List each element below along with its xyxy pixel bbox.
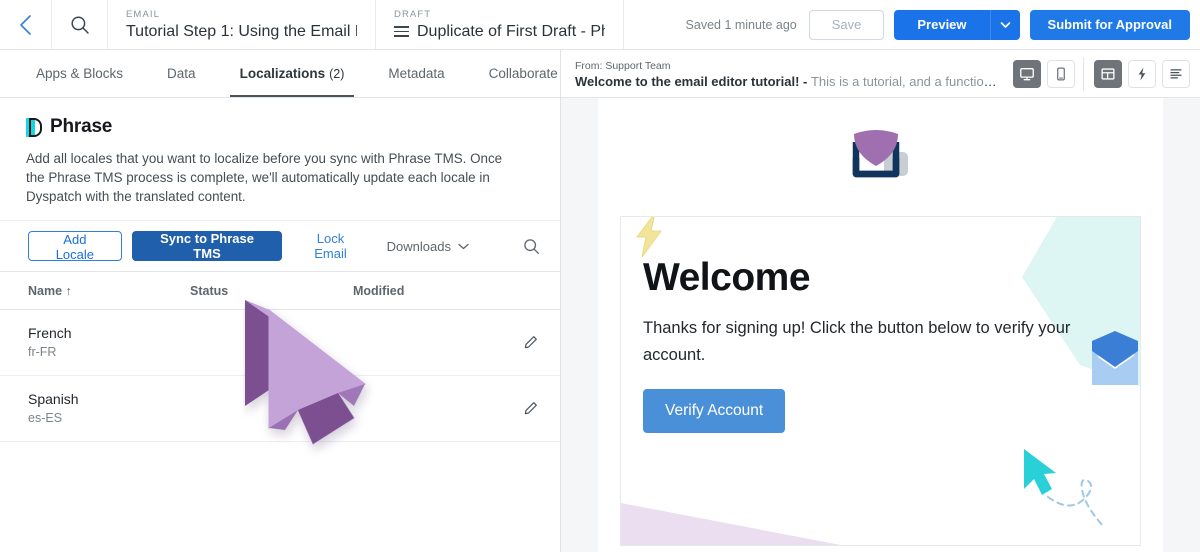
preview-subject: Welcome to the email editor tutorial! - … [575, 73, 1003, 90]
table-row[interactable]: Spanish es-ES [0, 376, 560, 442]
edit-locale-button[interactable] [523, 401, 538, 416]
phrase-brand-name: Phrase [50, 116, 112, 138]
draft-name-field[interactable]: DRAFT Duplicate of First Draft - Phras… [376, 0, 624, 49]
left-panel: Apps & Blocks Data Localizations (2) Met… [0, 50, 561, 552]
locale-code: es-ES [28, 410, 190, 427]
mobile-view-icon[interactable] [1047, 60, 1075, 88]
preview-header: From: Support Team Welcome to the email … [561, 50, 1200, 98]
back-button[interactable] [0, 0, 52, 49]
locale-code: fr-FR [28, 344, 190, 361]
draft-title: Duplicate of First Draft - Phras… [417, 22, 605, 42]
text-lines-icon[interactable] [1162, 60, 1190, 88]
lightning-icon[interactable] [1128, 60, 1156, 88]
tab-localizations[interactable]: Localizations (2) [218, 50, 367, 97]
teal-cursor-icon [1008, 441, 1118, 533]
phrase-description: Add all locales that you want to localiz… [26, 149, 504, 206]
top-bar-actions: Saved 1 minute ago Save Preview Submit f… [686, 0, 1200, 49]
desktop-view-icon[interactable] [1013, 60, 1041, 88]
phrase-info-block: Phrase Add all locales that you want to … [0, 98, 560, 220]
downloads-dropdown[interactable]: Downloads [379, 239, 477, 254]
email-heading: Welcome [643, 255, 1106, 301]
preview-meta: From: Support Team Welcome to the email … [575, 58, 1003, 90]
pencil-icon [523, 401, 538, 416]
save-button[interactable]: Save [809, 10, 885, 40]
locale-name-cell: French fr-FR [28, 324, 190, 361]
search-icon [70, 15, 90, 35]
preview-subject-bold: Welcome to the email editor tutorial! [575, 74, 799, 89]
hamburger-icon[interactable] [394, 26, 409, 37]
tab-label: Localizations [240, 66, 326, 81]
chevron-left-icon [18, 14, 33, 36]
email-document: Welcome Thanks for signing up! Click the… [598, 98, 1163, 552]
preview-button[interactable]: Preview [894, 10, 989, 40]
preview-canvas: Welcome Thanks for signing up! Click the… [561, 98, 1200, 552]
pencil-icon [523, 335, 538, 350]
submit-for-approval-button[interactable]: Submit for Approval [1030, 10, 1190, 40]
app-root: EMAIL Tutorial Step 1: Using the Email B… [0, 0, 1200, 552]
tab-apps-blocks[interactable]: Apps & Blocks [14, 50, 145, 97]
preview-split-button: Preview [894, 10, 1019, 40]
tab-bar: Apps & Blocks Data Localizations (2) Met… [0, 50, 560, 98]
top-bar: EMAIL Tutorial Step 1: Using the Email B… [0, 0, 1200, 50]
lock-email-button[interactable]: Lock Email [292, 231, 368, 261]
search-icon [523, 238, 540, 255]
preview-panel: From: Support Team Welcome to the email … [561, 50, 1200, 552]
tab-label: Collaborate [489, 66, 558, 81]
preview-subject-rest: This is a tutorial, and a functioning e… [811, 74, 1003, 89]
email-title: Tutorial Step 1: Using the Email B… [126, 22, 357, 42]
preview-subject-dash: - [799, 74, 811, 89]
preview-from: From: Support Team [575, 60, 1003, 73]
locale-name: Spanish [28, 390, 190, 408]
tab-label: Data [167, 66, 196, 81]
tab-count: (2) [329, 67, 344, 81]
email-paragraph: Thanks for signing up! Click the button … [643, 315, 1106, 369]
envelope-logo-icon [848, 124, 914, 186]
locale-search-button[interactable] [523, 238, 540, 255]
draft-title-row: Duplicate of First Draft - Phras… [394, 22, 605, 42]
tab-collaborate[interactable]: Collaborate [467, 50, 580, 97]
downloads-label: Downloads [387, 239, 451, 254]
column-header-status[interactable]: Status [190, 284, 353, 298]
localization-action-bar: Add Locale Sync to Phrase TMS Lock Email… [0, 220, 560, 272]
arrow-up-icon: ↑ [66, 284, 72, 298]
phrase-logo-icon [26, 118, 43, 137]
column-label: Name [28, 284, 62, 298]
purple-triangle-decoration [621, 503, 851, 546]
locale-name: French [28, 324, 190, 342]
email-logo [598, 124, 1163, 186]
email-name-field[interactable]: EMAIL Tutorial Step 1: Using the Email B… [108, 0, 376, 49]
saved-status: Saved 1 minute ago [686, 18, 797, 32]
email-body: Welcome Thanks for signing up! Click the… [620, 216, 1141, 546]
device-toggle-group [1011, 57, 1075, 91]
chevron-down-icon [458, 243, 469, 250]
tab-metadata[interactable]: Metadata [366, 50, 466, 97]
table-row[interactable]: French fr-FR [0, 310, 560, 376]
email-content: Welcome Thanks for signing up! Click the… [621, 217, 1140, 433]
locale-name-cell: Spanish es-ES [28, 390, 190, 427]
phrase-header: Phrase [26, 116, 538, 138]
chevron-down-icon [1000, 21, 1011, 29]
verify-account-button[interactable]: Verify Account [643, 389, 785, 433]
sync-to-phrase-tms-button[interactable]: Sync to Phrase TMS [132, 231, 283, 261]
tab-label: Metadata [388, 66, 444, 81]
edit-locale-button[interactable] [523, 335, 538, 350]
preview-dropdown-button[interactable] [990, 10, 1020, 40]
layout-view-icon[interactable] [1094, 60, 1122, 88]
tab-label: Apps & Blocks [36, 66, 123, 81]
add-locale-button[interactable]: Add Locale [28, 231, 122, 261]
global-search-button[interactable] [52, 0, 108, 49]
column-header-modified[interactable]: Modified [353, 284, 540, 298]
email-kicker-label: EMAIL [126, 9, 357, 21]
main-body: Apps & Blocks Data Localizations (2) Met… [0, 50, 1200, 552]
tab-data[interactable]: Data [145, 50, 218, 97]
view-mode-group [1083, 57, 1190, 91]
draft-kicker-label: DRAFT [394, 9, 605, 21]
locale-table-header: Name ↑ Status Modified [0, 272, 560, 310]
column-header-name[interactable]: Name ↑ [28, 284, 190, 298]
